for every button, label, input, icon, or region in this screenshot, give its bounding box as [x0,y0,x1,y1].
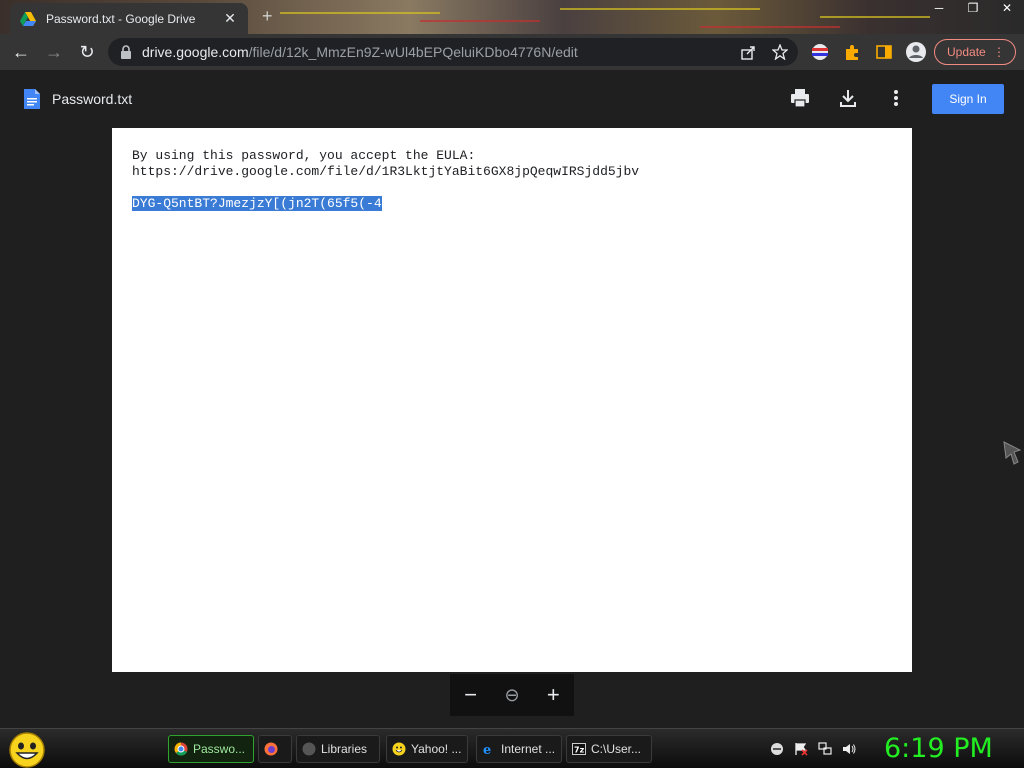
share-icon[interactable] [740,45,756,61]
tray-status-icon[interactable] [770,742,784,756]
sign-in-button[interactable]: Sign In [932,84,1004,114]
tab-title: Password.txt - Google Drive [46,11,196,26]
zoom-reset-icon[interactable]: ⊖ [497,685,527,706]
wallpaper-streak [560,8,760,10]
download-icon[interactable] [838,88,858,108]
browser-tab-active[interactable]: Password.txt - Google Drive ✕ [10,3,248,34]
update-label: Update [947,45,986,59]
taskbar-item-chrome[interactable]: Passwo... [168,735,254,763]
taskbar-item-label: C:\User... [591,742,642,756]
zoom-in-button[interactable]: + [538,682,568,708]
url-path: /file/d/12k_MmzEn9Z-wUl4bEPQeluiKDbo4776… [248,44,578,60]
screen: Password.txt - Google Drive ✕ + ─ ❐ ✕ ← … [0,0,1024,768]
zoom-out-button[interactable]: − [456,682,486,708]
print-icon[interactable] [790,88,810,108]
taskbar-item-label: Internet ... [501,742,556,756]
close-window-button[interactable]: ✕ [990,0,1024,18]
taskbar-item-firefox[interactable] [258,735,292,763]
new-tab-button[interactable]: + [262,6,273,27]
google-drive-icon [20,11,36,26]
more-options-icon[interactable] [886,88,906,108]
side-panel-icon[interactable] [875,43,893,61]
libraries-icon [302,742,316,756]
taskbar-item-internet-explorer[interactable]: e Internet ... [476,735,562,763]
svg-text:e: e [483,743,491,756]
taskbar-item-libraries[interactable]: Libraries [296,735,380,763]
document-line: https://drive.google.com/file/d/1R3Lktjt… [132,164,640,179]
taskbar-item-label: Passwo... [193,742,246,756]
action-center-flag-icon[interactable] [794,742,808,756]
bookmark-star-icon[interactable] [772,44,788,60]
profile-flag-icon[interactable] [811,43,829,61]
taskbar: Passwo... Libraries Yahoo! ... e Interne… [0,728,1024,768]
svg-text:7z: 7z [574,746,585,755]
browser-menu-icon[interactable]: ⋮ [993,40,1005,64]
network-icon[interactable] [818,742,832,756]
volume-icon[interactable] [842,742,856,756]
internet-explorer-icon: e [483,743,491,756]
document-line: By using this password, you accept the E… [132,148,476,163]
start-button-smiley-icon[interactable] [8,731,46,768]
document-page[interactable]: By using this password, you accept the E… [112,128,912,672]
browser-tab-strip: Password.txt - Google Drive ✕ + ─ ❐ ✕ [0,0,1024,34]
url-host: drive.google.com [142,44,249,60]
taskbar-clock[interactable]: 6:19 PM [884,733,993,764]
tab-close-icon[interactable]: ✕ [222,10,238,27]
taskbar-item-label: Yahoo! ... [411,742,462,756]
chrome-icon [174,742,188,756]
address-bar[interactable]: drive.google.com/file/d/12k_MmzEn9Z-wUl4… [108,38,798,66]
minimize-button[interactable]: ─ [922,0,956,18]
viewer-header: Password.txt Sign In [0,70,1024,128]
profile-avatar-icon[interactable] [905,41,927,63]
selected-password-text[interactable]: DYG-Q5ntBT?JmezjzY[(jn2T(65f5(-4 [132,196,382,211]
text-document-icon [24,89,40,109]
wallpaper-streak [420,20,540,22]
url-text[interactable]: drive.google.com/file/d/12k_MmzEn9Z-wUl4… [142,44,578,60]
file-name: Password.txt [52,91,133,107]
taskbar-item-label: Libraries [321,742,368,756]
desktop-bug-icon [1003,441,1022,465]
maximize-button[interactable]: ❐ [956,0,990,18]
taskbar-item-7zip[interactable]: 7z C:\User... [566,735,652,763]
taskbar-item-yahoo[interactable]: Yahoo! ... [386,735,468,763]
wallpaper-streak [820,16,930,18]
forward-button[interactable]: → [43,41,65,63]
zoom-controls: − ⊖ + [450,674,574,716]
yahoo-messenger-icon [392,742,406,756]
reload-button[interactable]: ↻ [76,41,98,63]
back-button[interactable]: ← [10,41,32,63]
firefox-icon [264,742,278,756]
extensions-puzzle-icon[interactable] [843,43,861,61]
window-controls: ─ ❐ ✕ [922,0,1024,18]
browser-toolbar: ← → ↻ drive.google.com/file/d/12k_MmzEn9… [0,34,1024,70]
wallpaper-streak [280,12,440,14]
lock-icon[interactable] [120,45,132,59]
wallpaper-streak [700,26,840,28]
document-line-password[interactable]: DYG-Q5ntBT?JmezjzY[(jn2T(65f5(-4 [132,196,892,212]
7zip-icon: 7z [572,743,586,755]
update-button[interactable]: Update ⋮ [934,39,1016,65]
